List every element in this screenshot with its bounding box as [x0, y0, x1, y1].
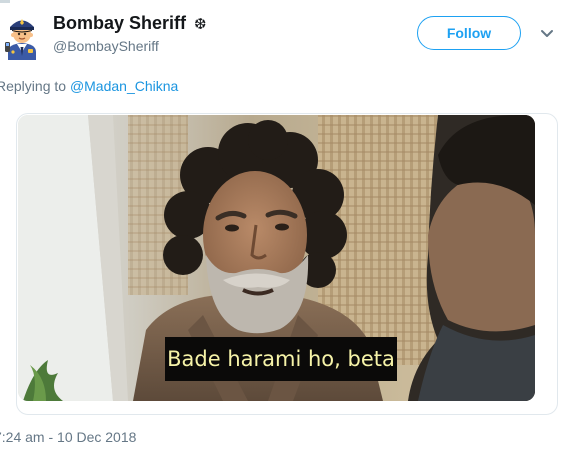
replying-to-line: Replying to @Madan_Chikna [0, 78, 178, 94]
subtitle-caption: Bade harami ho, beta [165, 337, 397, 381]
display-name[interactable]: Bombay Sheriff ❆ [53, 13, 207, 34]
tweet-timestamp[interactable]: 7:24 am - 10 Dec 2018 [0, 429, 136, 445]
police-officer-icon [5, 19, 36, 60]
follow-button[interactable]: Follow [417, 16, 521, 50]
thread-connector [0, 0, 10, 3]
media-image[interactable]: Bade harami ho, beta [18, 115, 535, 401]
chevron-down-icon[interactable] [539, 27, 555, 39]
subtitle-text: Bade harami ho, beta [167, 347, 395, 371]
snowflake-icon: ❆ [194, 16, 207, 33]
display-name-text: Bombay Sheriff [53, 13, 187, 33]
avatar[interactable] [4, 12, 40, 60]
tweet-card: Bombay Sheriff ❆ @BombaySheriff Follow R… [0, 0, 571, 449]
mention-link[interactable]: @Madan_Chikna [70, 78, 178, 94]
user-handle[interactable]: @BombaySheriff [53, 38, 159, 54]
replying-prefix: Replying to [0, 78, 67, 94]
